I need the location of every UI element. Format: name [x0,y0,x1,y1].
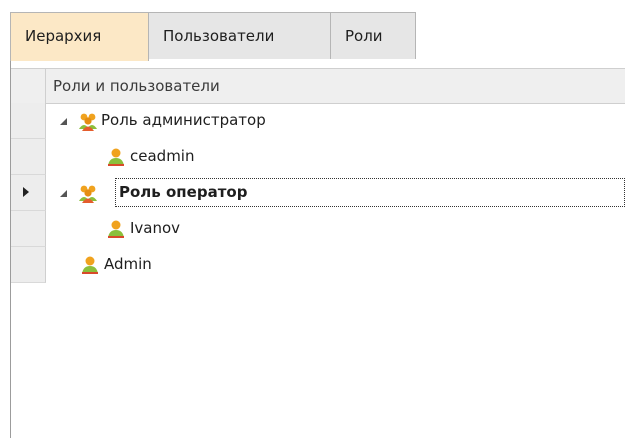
user-icon [82,256,98,274]
tab-roles[interactable]: Роли [330,12,416,59]
role-group-icon [79,113,97,131]
tree-row-user[interactable]: Ivanov [11,211,625,247]
row-indicator[interactable] [11,175,46,211]
collapse-icon[interactable] [60,118,67,125]
tab-hierarchy[interactable]: Иерархия [10,12,149,61]
tab-hierarchy-label: Иерархия [25,27,102,45]
row-indicator[interactable] [11,103,46,139]
tab-roles-label: Роли [345,27,383,45]
tree-row-label: Роль оператор [119,183,248,201]
role-group-icon [79,185,97,203]
row-indicator[interactable] [11,211,46,247]
tab-bar: Иерархия Пользователи Роли [10,12,625,61]
tab-users-label: Пользователи [163,27,275,45]
tab-users[interactable]: Пользователи [148,12,331,59]
tree-row-user[interactable]: Admin [11,247,625,283]
user-icon [108,148,124,166]
tree-row-label: Ivanov [130,219,181,237]
tree-row-label: ceadmin [130,147,195,165]
user-icon [108,220,124,238]
column-header[interactable]: Роли и пользователи [11,68,625,104]
tree-row-label: Роль администратор [101,111,266,129]
tree-row-role-selected[interactable]: Роль оператор [11,175,625,211]
tree-row-role[interactable]: Роль администратор [11,103,625,139]
tree-row-user[interactable]: ceadmin [11,139,625,175]
current-row-arrow-icon [23,187,29,197]
header-indicator-cell [11,69,46,103]
tree-row-label: Admin [104,255,152,273]
column-header-label: Роли и пользователи [53,77,220,95]
collapse-icon[interactable] [60,190,67,197]
row-indicator[interactable] [11,139,46,175]
row-indicator[interactable] [11,247,46,283]
roles-users-tree[interactable]: Роли и пользователи Роль администратор c… [10,59,625,438]
